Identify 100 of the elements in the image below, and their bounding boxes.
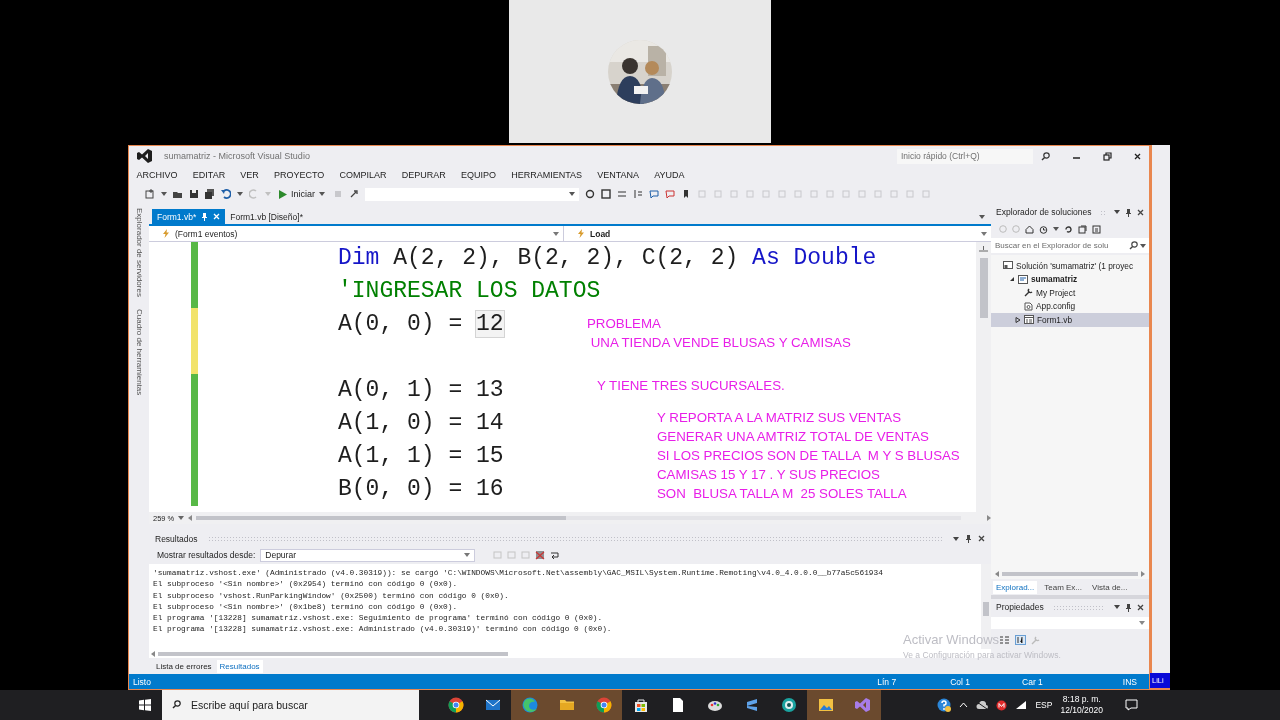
browser-icon[interactable] [595,697,612,713]
caret-icon[interactable] [1114,605,1120,609]
tree-item[interactable]: My Project [991,286,1149,300]
menu-item[interactable]: HERRAMIENTAS [503,170,590,180]
menu-item[interactable]: VER [232,170,267,180]
record-icon[interactable] [996,699,1008,711]
app-icon[interactable] [780,697,797,713]
panel-tab[interactable]: Lista de errores [153,659,215,673]
start-button[interactable]: Iniciar [277,189,327,199]
caret-up-icon[interactable] [959,702,969,708]
side-tab[interactable]: Explorador de servidores [134,208,144,297]
language-indicator[interactable]: ESP [1035,700,1053,710]
caret-icon[interactable] [1114,210,1120,214]
caret-icon[interactable] [178,516,185,520]
document-tab[interactable]: Form1.vb [Diseño]* [225,209,308,224]
document-tab[interactable]: Form1.vb* [152,209,226,224]
clear-icon[interactable] [535,550,546,560]
undo-icon[interactable] [221,189,231,199]
scroll-left-icon[interactable] [995,571,999,577]
close-icon[interactable] [1134,152,1141,160]
wifi-icon[interactable] [1015,700,1028,710]
store-icon[interactable] [632,697,649,713]
menu-item[interactable]: AYUDA [646,170,693,180]
caret-icon[interactable] [569,192,575,196]
scroll-right-icon[interactable] [1141,571,1145,577]
scroll-thumb[interactable] [196,516,567,520]
panel-tab[interactable]: Explorad... [993,580,1038,594]
menu-item[interactable]: PROYECTO [266,170,332,180]
search-icon[interactable] [172,700,181,709]
help-icon[interactable] [937,698,952,712]
quick-launch-field[interactable]: Inicio rápido (Ctrl+Q) [897,148,1033,164]
panel-tab[interactable]: Vista de... [1089,580,1131,594]
mail-icon[interactable] [484,697,501,713]
caret-icon[interactable] [464,553,471,557]
caret-icon[interactable] [161,192,167,196]
panel-tab[interactable]: Team Ex... [1041,580,1086,594]
windows-logo-icon[interactable] [139,699,151,711]
collapse-all-icon[interactable] [1078,224,1087,234]
menu-item[interactable]: EQUIPO [453,170,504,180]
scroll-thumb[interactable] [979,258,988,318]
open-icon[interactable] [173,189,183,199]
caret-icon[interactable] [553,231,559,236]
save-icon[interactable] [189,189,199,199]
caret-icon[interactable] [237,192,243,196]
search-icon[interactable] [1041,151,1050,161]
tree-item[interactable]: Form1.vb [991,313,1149,327]
expanded-arrow-icon[interactable] [1009,276,1015,283]
notification-icon[interactable] [1125,699,1138,711]
pin-icon[interactable] [965,534,972,543]
scroll-left-icon[interactable] [188,515,193,521]
restore-icon[interactable] [1103,151,1112,161]
close-icon[interactable] [978,535,985,542]
menu-item[interactable]: EDITAR [185,170,233,180]
home-icon[interactable] [1025,224,1034,234]
clock[interactable]: 8:18 p. m. 12/10/2020 [1060,694,1103,716]
browser-icon[interactable] [447,697,464,713]
bookmark-icon[interactable] [681,189,691,199]
search-field[interactable]: Buscar en el Explorador de solu [991,238,1149,253]
tree-item[interactable]: App.config [991,299,1149,313]
properties-icon[interactable] [1092,224,1101,234]
uncomment-icon[interactable] [665,189,675,199]
scroll-thumb[interactable] [158,651,508,656]
object-dropdown[interactable]: (Form1 eventos) [149,226,564,241]
caret-icon[interactable] [981,231,987,236]
alphabetical-icon[interactable] [1015,635,1026,645]
tree-item[interactable]: sumamatriz [991,272,1149,286]
source-dropdown[interactable]: Depurar [260,548,476,562]
pin-icon[interactable] [1125,207,1132,217]
comment-icon[interactable] [649,189,659,199]
caret-icon[interactable] [1139,621,1145,625]
scroll-thumb[interactable] [983,602,989,616]
caret-icon[interactable] [979,215,985,219]
new-project-icon[interactable] [145,189,155,199]
wrap-icon[interactable] [550,550,561,560]
menu-item[interactable]: ARCHIVO [129,170,186,180]
member-dropdown[interactable]: Load [564,226,991,241]
menu-item[interactable]: COMPILAR [331,170,395,180]
tree-item[interactable]: Solución 'sumamatriz' (1 proyec [991,259,1149,273]
cloud-icon[interactable] [976,700,989,710]
history-icon[interactable] [1039,224,1048,234]
close-icon[interactable] [1137,603,1144,611]
search-icon[interactable] [1129,241,1138,250]
scroll-left-icon[interactable] [151,650,155,657]
refresh-icon[interactable] [1064,224,1073,234]
collapsed-arrow-icon[interactable] [1015,316,1021,323]
caret-icon[interactable] [1053,227,1059,231]
attach-icon[interactable] [349,189,359,199]
image-icon[interactable] [817,697,834,713]
menu-item[interactable]: VENTANA [589,170,647,180]
pin-icon[interactable] [201,212,209,221]
close-icon[interactable] [1137,208,1144,216]
scroll-thumb[interactable] [1002,572,1138,576]
save-all-icon[interactable] [205,189,215,199]
caret-icon[interactable] [1140,243,1146,248]
search-field[interactable]: Escribe aquí para buscar [162,690,419,720]
menu-item[interactable]: DEPURAR [394,170,454,180]
folder-icon[interactable] [558,697,575,713]
panel-tab[interactable]: Resultados [216,659,263,673]
pin-icon[interactable] [1125,602,1132,612]
categorized-icon[interactable] [999,635,1010,645]
